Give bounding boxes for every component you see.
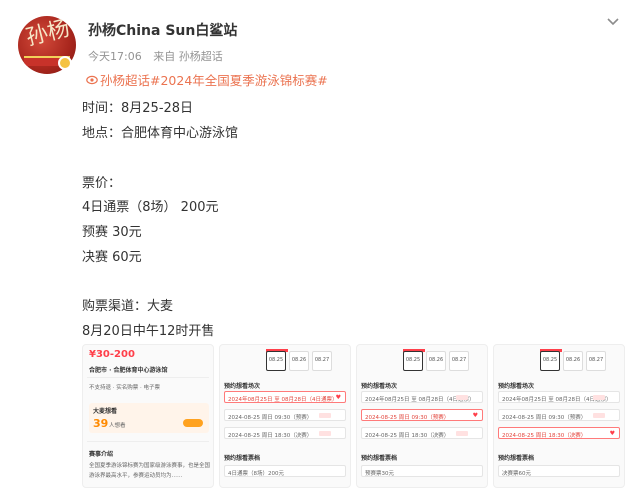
session-row: 2024-08-25 周日 09:30（预赛） ♥ [361,409,483,421]
verified-badge-icon [58,56,72,70]
ticket-section: 预约想看票档 [361,455,398,462]
heart-icon: ♥ [335,394,341,401]
session-row: 2024年08月25日 至 08月28日（4日通票） ♥ [224,391,346,403]
session-row: 2024-08-25 周日 18:30（决赛） [361,427,483,439]
want-label: 人想看 [109,423,126,429]
body-line-prelim: 预赛 30元 [82,225,142,240]
date-selector: 08.25 08.26 08.27 [403,351,469,371]
want-section: 大麦想看 [93,408,118,415]
want-button [183,419,203,427]
date-selector: 08.25 08.26 08.27 [266,351,332,371]
body-line-venue: 地点：合肥体育中心游泳馆 [82,126,239,141]
eye-icon [86,75,98,85]
session-row: 2024年08月25日 至 08月28日（4日通票） [498,391,620,403]
body-line-price-heading: 票价： [82,176,122,191]
date-option: 08.27 [449,351,469,371]
image-thumbnail-3[interactable]: 08.25 08.26 08.27 预约想看场次 2024年08月25日 至 0… [356,344,488,488]
date-option: 08.26 [563,351,583,371]
session-row: 2024-08-25 周日 09:30（预赛） [498,409,620,421]
image-thumbnail-2[interactable]: 08.25 08.26 08.27 预约想看场次 2024年08月25日 至 0… [219,344,351,488]
date-option: 08.25 [540,351,560,371]
venue-title: 合肥市 · 合肥体育中心游泳馆 [89,367,168,374]
ticket-row: 决赛票60元 [498,465,620,477]
date-option: 08.27 [312,351,332,371]
session-section: 预约想看场次 [224,383,261,390]
want-count: 39 [93,417,109,430]
topic-text: 孙杨超话#2024年全国夏季游泳锦标赛# [100,73,328,88]
heart-icon: ♥ [609,430,615,437]
body-line-sale-time: 8月20日中午12时开售 [82,324,215,339]
features-text: 不支持退 · 实名购票 · 电子票 [89,385,160,391]
ticket-section: 预约想看票档 [224,455,261,462]
ticket-row: 预赛票30元 [361,465,483,477]
session-section: 预约想看场次 [361,383,398,390]
price-range: ¥30-200 [89,349,135,360]
body-line-time: 时间：8月25-28日 [82,101,194,116]
ticket-row: 4日通票（8场）200元 [224,465,346,477]
chevron-down-icon[interactable] [606,14,620,28]
intro-line-1: 全国夏季游泳锦标赛为国家级游泳赛事，也是全国 [89,463,211,469]
ticket-section: 预约想看票档 [498,455,535,462]
session-row: 2024-08-25 周日 18:30（决赛） ♥ [498,427,620,439]
avatar-text: 孙杨 [23,16,73,51]
session-row: 2024-08-25 周日 18:30（决赛） [224,427,346,439]
image-grid: ¥30-200 合肥市 · 合肥体育中心游泳馆 不支持退 · 实名购票 · 电子… [82,344,625,488]
post-meta: 今天17:06 来自 孙杨超话 [88,48,231,64]
post-time: 今天17:06 [88,50,142,63]
date-option: 08.27 [586,351,606,371]
date-option: 08.26 [426,351,446,371]
image-thumbnail-1[interactable]: ¥30-200 合肥市 · 合肥体育中心游泳馆 不支持退 · 实名购票 · 电子… [82,344,214,488]
date-selector: 08.25 08.26 08.27 [540,351,606,371]
image-thumbnail-4[interactable]: 08.25 08.26 08.27 预约想看场次 2024年08月25日 至 0… [493,344,625,488]
session-row: 2024年08月25日 至 08月28日（4日通票） [361,391,483,403]
date-option: 08.25 [266,351,286,371]
intro-title: 赛事介绍 [89,451,114,458]
post-source[interactable]: 来自 孙杨超话 [153,50,223,63]
session-section: 预约想看场次 [498,383,535,390]
author-name[interactable]: 孙杨China Sun白鲨站 [88,20,237,40]
topic-link[interactable]: 孙杨超话#2024年全国夏季游泳锦标赛# [86,70,328,89]
date-option: 08.25 [403,351,423,371]
body-line-final: 决赛 60元 [82,250,142,265]
session-row: 2024-08-25 周日 09:30（预赛） [224,409,346,421]
intro-line-2: 游泳界最高水平，参赛运动员均为…… [89,473,183,479]
body-line-channel: 购票渠道：大麦 [82,299,174,314]
heart-icon: ♥ [472,412,478,419]
body-line-pass: 4日通票（8场） 200元 [82,200,219,215]
date-option: 08.26 [289,351,309,371]
